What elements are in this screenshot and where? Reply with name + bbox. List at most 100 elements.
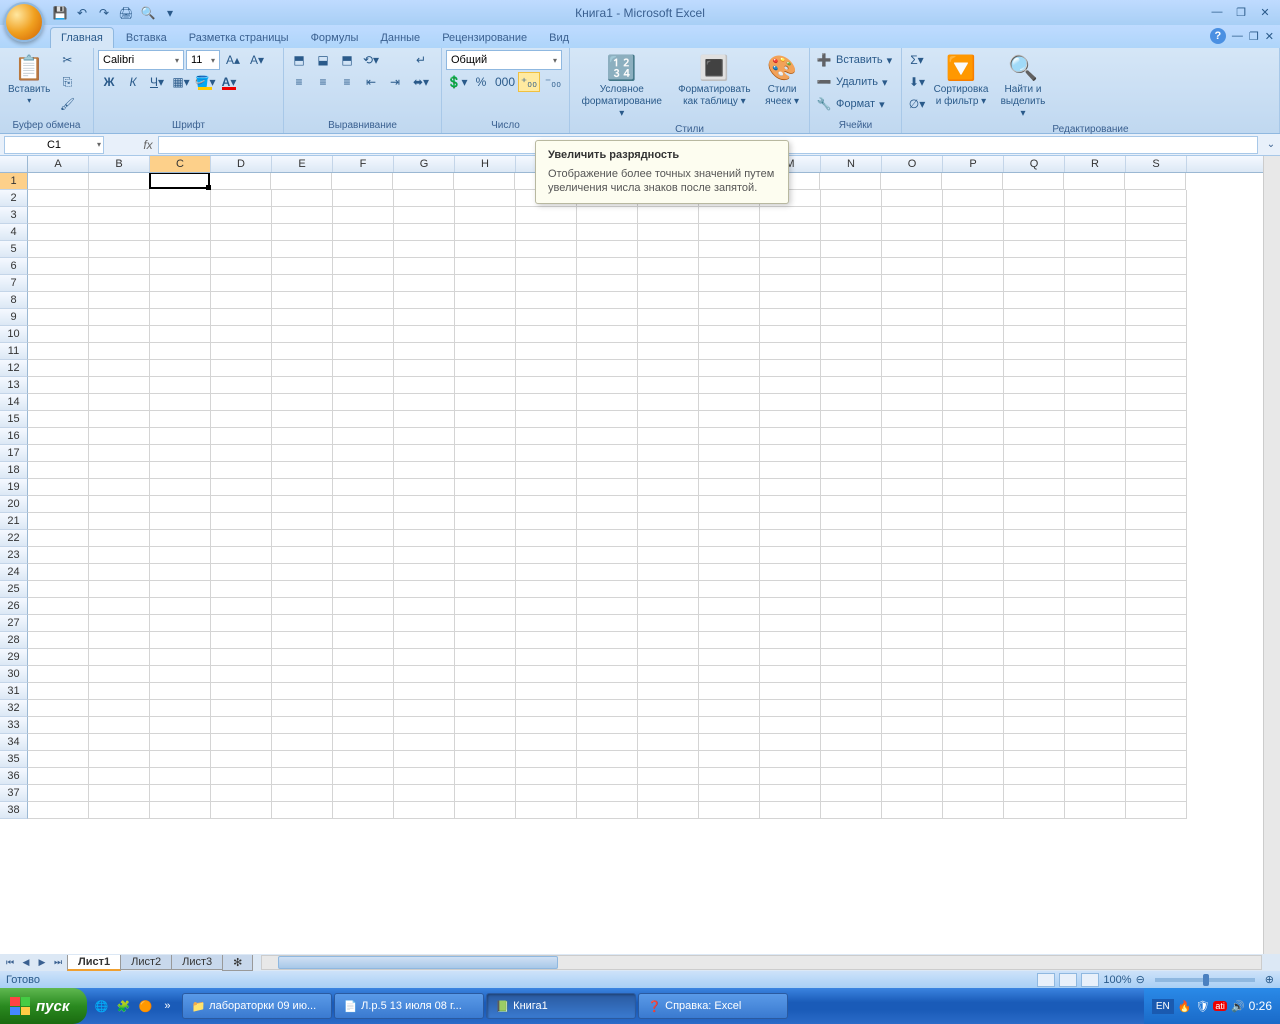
sheet-last-icon[interactable]: ⏭ — [50, 957, 66, 968]
cell[interactable] — [272, 360, 333, 377]
cell[interactable] — [638, 700, 699, 717]
cell[interactable] — [89, 190, 150, 207]
cell[interactable] — [1004, 564, 1065, 581]
cell[interactable] — [394, 717, 455, 734]
cell[interactable] — [577, 445, 638, 462]
cell[interactable] — [333, 462, 394, 479]
cell[interactable] — [394, 649, 455, 666]
cell[interactable] — [150, 241, 211, 258]
cell[interactable] — [638, 785, 699, 802]
cell[interactable] — [760, 394, 821, 411]
cell[interactable] — [28, 411, 89, 428]
cell[interactable] — [89, 768, 150, 785]
ribbon-restore-icon[interactable]: ❐ — [1249, 30, 1259, 43]
cell[interactable] — [89, 632, 150, 649]
cell[interactable] — [1004, 360, 1065, 377]
cell[interactable] — [1004, 598, 1065, 615]
cell[interactable] — [638, 768, 699, 785]
cell[interactable] — [150, 394, 211, 411]
cell[interactable] — [1126, 683, 1187, 700]
cell[interactable] — [1004, 785, 1065, 802]
cell[interactable] — [333, 275, 394, 292]
cell[interactable] — [89, 292, 150, 309]
cell[interactable] — [821, 207, 882, 224]
cell[interactable] — [516, 207, 577, 224]
qat-save-icon[interactable]: 💾 — [50, 3, 70, 23]
insert-cells-button[interactable]: ➕Вставить ▾ — [814, 50, 894, 70]
cell[interactable] — [516, 275, 577, 292]
cell[interactable] — [272, 241, 333, 258]
cell[interactable] — [394, 326, 455, 343]
cell[interactable] — [516, 700, 577, 717]
cell[interactable] — [1065, 411, 1126, 428]
borders-button[interactable]: ▦▾ — [170, 72, 192, 92]
cell[interactable] — [882, 666, 943, 683]
cell[interactable] — [699, 258, 760, 275]
cell[interactable] — [89, 360, 150, 377]
cell[interactable] — [28, 292, 89, 309]
cell[interactable] — [1065, 734, 1126, 751]
cell[interactable] — [821, 326, 882, 343]
cell[interactable] — [1065, 513, 1126, 530]
cell[interactable] — [699, 700, 760, 717]
cell[interactable] — [1065, 700, 1126, 717]
cell[interactable] — [1004, 190, 1065, 207]
cell[interactable] — [211, 802, 272, 819]
cell[interactable] — [821, 649, 882, 666]
cell[interactable] — [577, 615, 638, 632]
cell[interactable] — [89, 326, 150, 343]
cell[interactable] — [28, 717, 89, 734]
cell[interactable] — [699, 666, 760, 683]
cell[interactable] — [1126, 564, 1187, 581]
cell[interactable] — [333, 394, 394, 411]
cell[interactable] — [1126, 785, 1187, 802]
cell[interactable] — [150, 326, 211, 343]
cell[interactable] — [638, 275, 699, 292]
cell[interactable] — [211, 411, 272, 428]
cell[interactable] — [638, 309, 699, 326]
cell[interactable] — [150, 598, 211, 615]
cell[interactable] — [333, 258, 394, 275]
cell[interactable] — [89, 394, 150, 411]
cell[interactable] — [1126, 734, 1187, 751]
cell[interactable] — [211, 377, 272, 394]
sort-filter-button[interactable]: 🔽 Сортировка и фильтр ▾ — [930, 50, 992, 110]
cell[interactable] — [699, 649, 760, 666]
cell[interactable] — [150, 581, 211, 598]
cell[interactable] — [455, 428, 516, 445]
increase-decimal-button[interactable]: ⁺₀₀ — [518, 72, 540, 92]
cell[interactable] — [577, 394, 638, 411]
cell[interactable] — [943, 258, 1004, 275]
office-button[interactable] — [4, 2, 44, 42]
cell[interactable] — [211, 632, 272, 649]
cell[interactable] — [577, 717, 638, 734]
cell[interactable] — [699, 717, 760, 734]
cell[interactable] — [1004, 734, 1065, 751]
copy-button[interactable]: ⎘ — [56, 72, 78, 92]
cell[interactable] — [577, 581, 638, 598]
row-header[interactable]: 32 — [0, 700, 28, 717]
cell[interactable] — [89, 683, 150, 700]
cell[interactable] — [28, 360, 89, 377]
column-header[interactable]: D — [211, 156, 272, 172]
cell[interactable] — [821, 615, 882, 632]
row-header[interactable]: 13 — [0, 377, 28, 394]
cell[interactable] — [272, 462, 333, 479]
cell[interactable] — [211, 190, 272, 207]
cell[interactable] — [394, 751, 455, 768]
cell[interactable] — [394, 343, 455, 360]
cell[interactable] — [28, 326, 89, 343]
cell[interactable] — [333, 649, 394, 666]
cell[interactable] — [455, 615, 516, 632]
row-header[interactable]: 6 — [0, 258, 28, 275]
cell[interactable] — [272, 513, 333, 530]
cell[interactable] — [211, 598, 272, 615]
cell[interactable] — [943, 445, 1004, 462]
cell[interactable] — [638, 615, 699, 632]
cell[interactable] — [943, 683, 1004, 700]
cell[interactable] — [943, 292, 1004, 309]
cell[interactable] — [638, 547, 699, 564]
number-format-combo[interactable]: Общий▾ — [446, 50, 562, 70]
cell[interactable] — [394, 360, 455, 377]
merge-center-button[interactable]: ⬌▾ — [408, 72, 434, 92]
